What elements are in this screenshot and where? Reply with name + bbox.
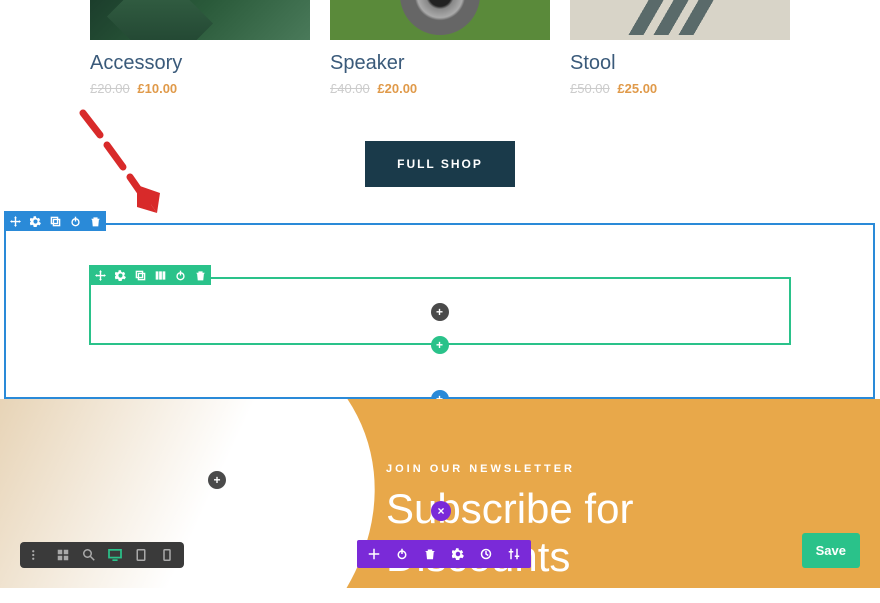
product-price: £40.00 £20.00: [330, 81, 550, 96]
gear-icon[interactable]: [114, 269, 126, 281]
tablet-icon[interactable]: [134, 548, 148, 562]
trash-icon[interactable]: [423, 547, 437, 561]
duplicate-icon[interactable]: [134, 269, 146, 281]
product-price: £20.00 £10.00: [90, 81, 310, 96]
row-toolbar: [89, 265, 211, 285]
product-image[interactable]: [570, 0, 790, 40]
gear-icon[interactable]: [29, 215, 41, 227]
add-row-button[interactable]: +: [431, 336, 449, 354]
annotation-arrow-icon: [75, 105, 165, 225]
product-card[interactable]: Accessory £20.00 £10.00: [90, 0, 310, 96]
wireframe-icon[interactable]: [56, 548, 70, 562]
power-icon[interactable]: [174, 269, 186, 281]
power-icon[interactable]: [395, 547, 409, 561]
product-image[interactable]: [330, 0, 550, 40]
full-shop-button[interactable]: FULL SHOP: [365, 141, 515, 187]
product-card[interactable]: Speaker £40.00 £20.00: [330, 0, 550, 96]
power-icon[interactable]: [69, 215, 81, 227]
save-button[interactable]: Save: [802, 533, 860, 568]
product-title[interactable]: Speaker: [330, 52, 550, 75]
trash-icon[interactable]: [194, 269, 206, 281]
section-toolbar: [4, 211, 106, 231]
product-title[interactable]: Accessory: [90, 52, 310, 75]
close-builder-button[interactable]: ×: [431, 501, 451, 521]
columns-icon[interactable]: [154, 269, 166, 281]
add-module-button[interactable]: +: [208, 471, 226, 489]
price-old: £50.00: [570, 81, 610, 96]
desktop-icon[interactable]: [108, 548, 122, 562]
trash-icon[interactable]: [89, 215, 101, 227]
price-new: £20.00: [377, 81, 417, 96]
product-grid: Accessory £20.00 £10.00 Speaker £40.00 £…: [0, 0, 880, 96]
page-settings-toolbar: [357, 540, 531, 568]
zoom-icon[interactable]: [82, 548, 96, 562]
price-old: £20.00: [90, 81, 130, 96]
price-new: £25.00: [617, 81, 657, 96]
menu-icon[interactable]: [30, 548, 44, 562]
product-image[interactable]: [90, 0, 310, 40]
price-old: £40.00: [330, 81, 370, 96]
title-line1: Subscribe for: [386, 485, 633, 532]
phone-icon[interactable]: [160, 548, 174, 562]
add-module-button[interactable]: +: [431, 303, 449, 321]
price-new: £10.00: [137, 81, 177, 96]
move-icon[interactable]: [94, 269, 106, 281]
section-outline[interactable]: + + +: [4, 223, 875, 399]
product-card[interactable]: Stool £50.00 £25.00: [570, 0, 790, 96]
product-price: £50.00 £25.00: [570, 81, 790, 96]
gear-icon[interactable]: [451, 547, 465, 561]
history-icon[interactable]: [479, 547, 493, 561]
duplicate-icon[interactable]: [49, 215, 61, 227]
view-toolbar: [20, 542, 184, 568]
newsletter-label: JOIN OUR NEWSLETTER: [386, 463, 633, 475]
sliders-icon[interactable]: [507, 547, 521, 561]
plus-icon[interactable]: [367, 547, 381, 561]
product-title[interactable]: Stool: [570, 52, 790, 75]
move-icon[interactable]: [9, 215, 21, 227]
